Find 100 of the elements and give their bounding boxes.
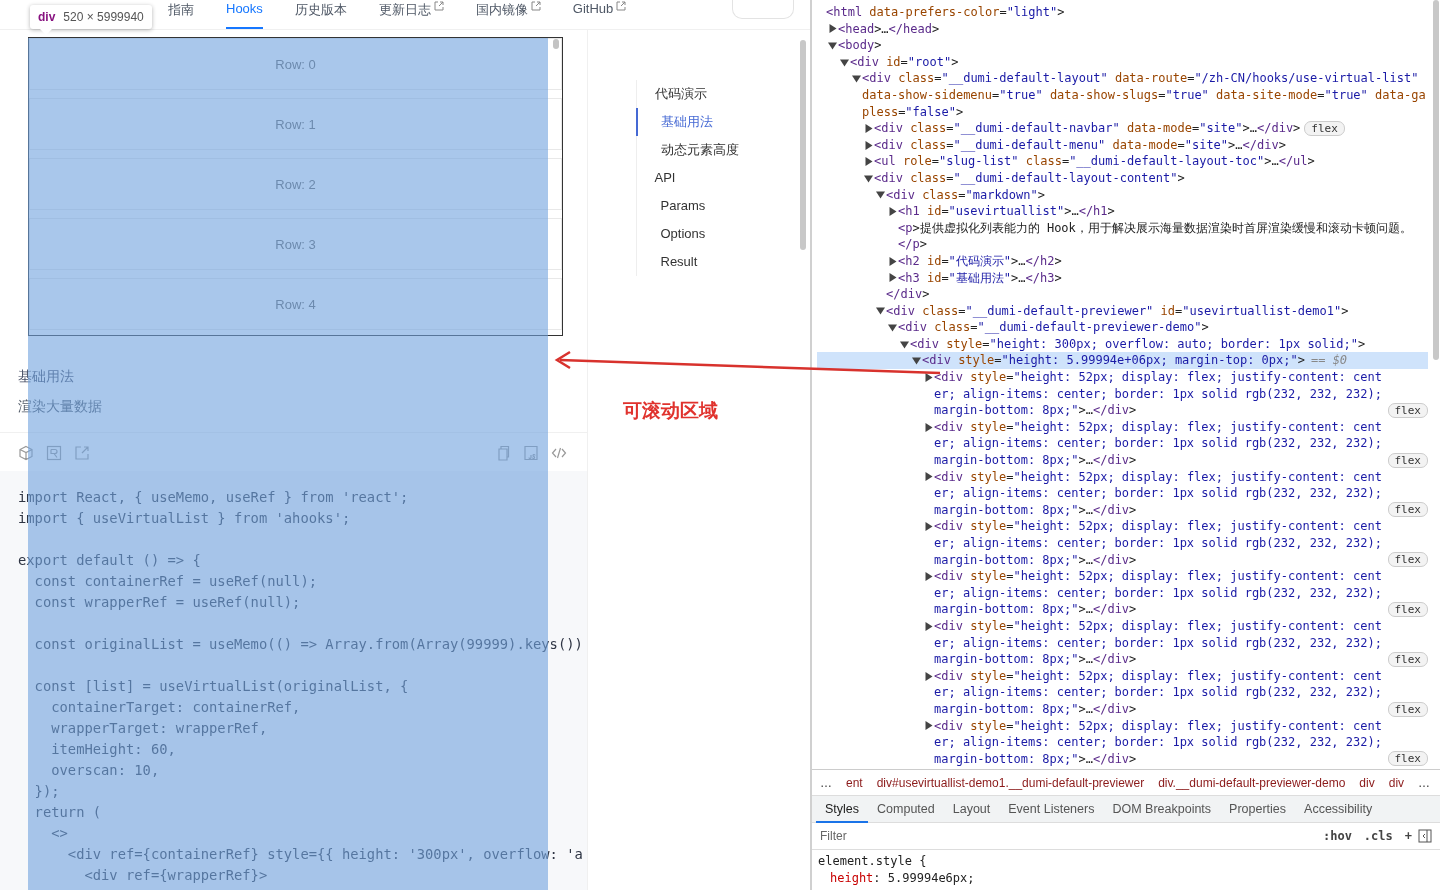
dom-tree-row[interactable]: <h2 id="代码演示">…</h2> <box>817 252 1428 270</box>
dom-tree-row[interactable]: <head>…</head> <box>817 20 1428 38</box>
dom-tree-row[interactable]: <div class="__dumi-default-previewer" id="usevirtuallist-demo1"> <box>817 302 1428 320</box>
flex-badge[interactable]: flex <box>1387 701 1428 717</box>
external-link-icon[interactable] <box>433 1 444 11</box>
dom-tree-row[interactable]: </p> <box>817 236 1428 253</box>
toolbar-toggle[interactable]: :hov <box>1316 829 1358 843</box>
scrollbar-thumb[interactable] <box>553 39 559 49</box>
flex-badge[interactable]: flex <box>1304 120 1345 136</box>
panel-tab[interactable]: Computed <box>868 796 944 823</box>
dom-tree-row[interactable]: <div class="markdown"> <box>817 186 1428 204</box>
nav-link[interactable]: 指南 <box>168 0 194 29</box>
collapsed-triangle-icon[interactable] <box>924 522 933 532</box>
collapsed-triangle-icon[interactable] <box>864 140 873 150</box>
dom-tree-row[interactable]: <body> <box>817 37 1428 54</box>
expanded-triangle-icon[interactable] <box>852 74 861 84</box>
collapsed-triangle-icon[interactable] <box>924 472 933 482</box>
dom-tree-row[interactable]: <div style="height: 52px; display: flex; justify-content: center; align-items: center; border: 1px solid rgb(232, 232, 232); margin-bottom: 8px;">…</div> flex <box>817 468 1428 519</box>
toc-link[interactable]: 基础用法 <box>635 108 719 136</box>
expanded-triangle-icon[interactable] <box>876 190 885 200</box>
dom-tree-row[interactable]: <div style="height: 52px; display: flex; justify-content: center; align-items: center; border: 1px solid rgb(232, 232, 232); margin-bottom: 8px;">…</div> flex <box>817 418 1428 469</box>
toolbar-toggle[interactable]: + <box>1398 829 1418 843</box>
dom-tree-row[interactable]: <div style="height: 52px; display: flex; justify-content: center; align-items: center; border: 1px solid rgb(232, 232, 232); margin-bottom: 8px;">…</div> flex <box>817 717 1428 768</box>
expanded-triangle-icon[interactable] <box>876 306 885 316</box>
expanded-triangle-icon[interactable] <box>912 356 921 366</box>
search-field[interactable] <box>732 0 794 19</box>
flex-badge[interactable]: flex <box>1387 452 1428 468</box>
collapsed-triangle-icon[interactable] <box>888 256 897 266</box>
collapsed-triangle-icon[interactable] <box>864 157 873 167</box>
cube-icon[interactable] <box>18 445 34 461</box>
nav-link[interactable]: Hooks <box>226 0 263 29</box>
dom-tree-row[interactable]: <div style="height: 300px; overflow: auto; border: 1px solid;"> <box>817 335 1428 353</box>
nav-link[interactable]: 国内镜像 <box>475 0 541 29</box>
panel-tab[interactable]: DOM Breakpoints <box>1103 796 1221 823</box>
toolbar-toggle[interactable]: .cls <box>1357 829 1399 843</box>
toc-link[interactable]: Result <box>635 248 704 276</box>
panel-tab[interactable]: Styles <box>816 796 869 823</box>
flex-badge[interactable]: flex <box>1387 502 1428 518</box>
breadcrumb-item[interactable]: … <box>820 775 832 790</box>
dom-tree-row[interactable]: <div class="__dumi-default-navbar" data-mode="site">…</div> flex <box>817 120 1428 137</box>
breadcrumb-item[interactable]: div <box>1388 775 1405 790</box>
scrollbar-thumb[interactable] <box>1433 0 1439 360</box>
collapsed-triangle-icon[interactable] <box>924 721 933 731</box>
collapsed-triangle-icon[interactable] <box>888 273 897 283</box>
expanded-triangle-icon[interactable] <box>900 339 909 349</box>
toc-link[interactable]: Params <box>635 192 712 220</box>
panel-tab[interactable]: Layout <box>943 796 1000 823</box>
breadcrumb-item[interactable]: ent <box>846 775 863 790</box>
breadcrumb-item[interactable]: … <box>1418 775 1431 790</box>
panel-tab[interactable]: Event Listeners <box>999 796 1104 823</box>
panel-tab[interactable]: Properties <box>1220 796 1296 823</box>
nav-link[interactable]: 更新日志 <box>378 0 444 29</box>
sidebar-toggle-icon[interactable] <box>1418 829 1432 843</box>
expanded-triangle-icon[interactable] <box>840 57 849 67</box>
panel-tab[interactable]: Accessibility <box>1295 796 1382 823</box>
nav-link[interactable]: GitHub <box>572 0 627 29</box>
dom-tree-row[interactable]: </div> <box>817 286 1428 303</box>
toc-link[interactable]: 动态元素高度 <box>635 136 745 164</box>
flex-badge[interactable]: flex <box>1387 601 1428 617</box>
toc-link[interactable]: API <box>635 164 682 192</box>
dom-tree-row[interactable]: <div style="height: 52px; display: flex; justify-content: center; align-items: center; border: 1px solid rgb(232, 232, 232); margin-bottom: 8px;">…</div> flex <box>817 568 1428 618</box>
dom-tree-row[interactable]: <ul role="slug-list" class="__dumi-default-layout-toc">…</ul> <box>817 153 1428 170</box>
external-link-icon[interactable] <box>530 1 541 11</box>
dom-tree-row[interactable]: <div style="height: 52px; display: flex; justify-content: center; align-items: center; border: 1px solid rgb(232, 232, 232); margin-bottom: 8px;">…</div> flex <box>817 667 1428 718</box>
code-icon[interactable] <box>551 445 567 461</box>
filter-field[interactable]: Filter <box>820 829 1317 843</box>
collapsed-triangle-icon[interactable] <box>924 621 933 631</box>
dom-tree-row[interactable]: <div style="height: 52px; display: flex; justify-content: center; align-items: center; border: 1px solid rgb(232, 232, 232); margin-bottom: 8px;">…</div> flex <box>817 369 1428 419</box>
expanded-triangle-icon[interactable] <box>888 323 897 333</box>
collapsed-triangle-icon[interactable] <box>924 671 933 681</box>
dom-tree-row[interactable]: <h3 id="基础用法">…</h3> <box>817 269 1428 287</box>
collapsed-triangle-icon[interactable] <box>888 206 897 216</box>
dom-tree-row[interactable]: <div class="__dumi-default-menu" data-mode="site">…</div> <box>817 136 1428 154</box>
breadcrumb-item[interactable]: div#usevirtuallist-demo1.__dumi-default-previewer <box>876 775 1145 790</box>
nav-link[interactable]: 历史版本 <box>294 0 347 29</box>
dom-tree-row[interactable]: <div style="height: 5.99994e+06px; margin-top: 0px;"> == $0 <box>817 352 1428 370</box>
dom-tree-row[interactable]: <p>提供虚拟化列表能力的 Hook，用于解决展示海量数据渲染时首屏渲染缓慢和滚动卡顿问题。 <box>817 219 1428 237</box>
flex-badge[interactable]: flex <box>1387 552 1428 568</box>
collapsed-triangle-icon[interactable] <box>924 422 933 432</box>
external-link-icon[interactable] <box>616 1 627 11</box>
scrollbar-thumb[interactable] <box>800 40 806 250</box>
dom-tree-row[interactable]: <html data-prefers-color="light"> <box>817 4 1428 21</box>
toc-link[interactable]: Options <box>635 220 712 248</box>
breadcrumb-item[interactable]: div <box>1359 775 1375 790</box>
dom-tree-row[interactable]: <div style="height: 52px; display: flex; justify-content: center; align-items: center; border: 1px solid rgb(232, 232, 232); margin-bottom: 8px;">…</div> flex <box>817 617 1428 668</box>
breadcrumb-item[interactable]: div.__dumi-default-previewer-demo <box>1158 775 1346 790</box>
flex-badge[interactable]: flex <box>1387 651 1428 667</box>
expanded-triangle-icon[interactable] <box>828 41 837 50</box>
dom-tree-row[interactable]: <div class="__dumi-default-previewer-demo"> <box>817 319 1428 336</box>
flex-badge[interactable]: flex <box>1387 402 1428 418</box>
dom-tree-row[interactable]: <div class="__dumi-default-layout-content"> <box>817 169 1428 187</box>
collapsed-triangle-icon[interactable] <box>924 372 933 382</box>
collapsed-triangle-icon[interactable] <box>828 24 837 34</box>
collapsed-triangle-icon[interactable] <box>924 572 933 581</box>
collapsed-triangle-icon[interactable] <box>864 123 873 133</box>
dom-tree-row[interactable]: <div style="height: 52px; display: flex; justify-content: center; align-items: center; border: 1px solid rgb(232, 232, 232); margin-bottom: 8px;">…</div> flex <box>817 518 1428 569</box>
expanded-triangle-icon[interactable] <box>864 173 873 183</box>
toc-link[interactable]: 代码演示 <box>635 80 713 108</box>
style-declaration[interactable]: height: 5.99994e6px; <box>818 870 1434 887</box>
flex-badge[interactable]: flex <box>1387 751 1428 767</box>
